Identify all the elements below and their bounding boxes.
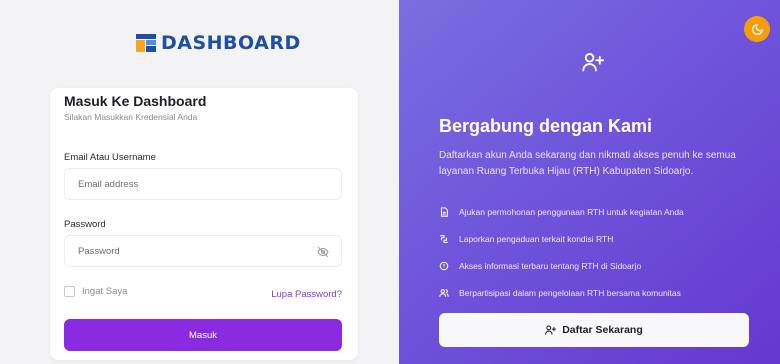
feature-list: Ajukan permohonan penggunaan RTH untuk k… [439, 198, 684, 306]
register-title: Bergabung dengan Kami [439, 116, 653, 136]
register-description: Daftarkan akun Anda sekarang dan nikmati… [439, 150, 736, 177]
email-label: Email Atau Username [64, 152, 156, 163]
login-panel: DASHBOARD Masuk Ke Dashboard Silakan Mas… [0, 0, 399, 364]
feature-item: Ajukan permohonan penggunaan RTH untuk k… [439, 198, 684, 225]
feature-item: Akses informasi terbaru tentang RTH di S… [439, 252, 684, 279]
register-button-label: Daftar Sekarang [562, 324, 643, 336]
users-icon [439, 288, 449, 298]
remember-me: Ingat Saya [64, 286, 127, 297]
register-button[interactable]: Daftar Sekarang [439, 313, 749, 347]
feature-item: Laporkan pengaduan terkait kondisi RTH [439, 225, 684, 252]
logo-text: DASHBOARD [161, 32, 301, 54]
info-icon [439, 261, 449, 271]
feature-item: Berpartisipasi dalam pengelolaan RTH ber… [439, 279, 684, 306]
login-button[interactable]: Masuk [64, 319, 342, 351]
password-label: Password [64, 219, 106, 230]
theme-toggle-button[interactable] [744, 16, 770, 42]
user-plus-icon [582, 53, 604, 72]
logo-icon [136, 34, 156, 52]
login-subtitle: Silakan Masukkan Kredensial Anda [64, 112, 198, 122]
email-field-wrapper [64, 168, 342, 200]
password-field[interactable] [65, 236, 341, 266]
report-icon [439, 234, 449, 244]
remember-label: Ingat Saya [82, 286, 128, 297]
document-icon [439, 206, 449, 217]
remember-checkbox[interactable] [64, 286, 75, 297]
email-field[interactable] [65, 169, 341, 199]
register-panel: Bergabung dengan Kami Daftarkan akun And… [399, 0, 780, 364]
password-field-wrapper [64, 235, 342, 267]
login-card: Masuk Ke Dashboard Silakan Masukkan Kred… [50, 88, 358, 360]
forgot-password-link[interactable]: Lupa Password? [271, 289, 342, 300]
moon-icon [751, 23, 763, 35]
user-plus-small-icon [545, 325, 557, 335]
eye-off-icon[interactable] [317, 246, 329, 258]
login-title: Masuk Ke Dashboard [64, 93, 207, 109]
app-logo: DASHBOARD [136, 32, 301, 54]
